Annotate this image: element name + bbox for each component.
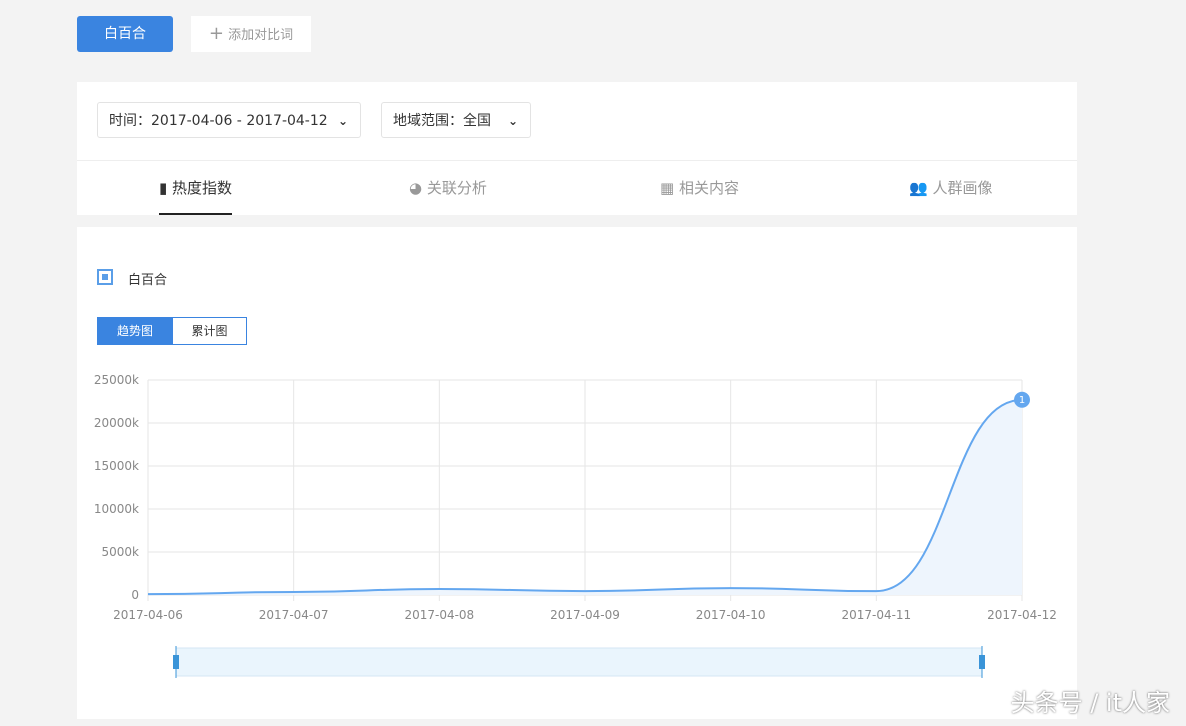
y-tick-label: 10000k [94, 502, 139, 516]
watermark: 头条号 / it人家 [1010, 689, 1170, 717]
x-tick-label: 2017-04-12 [987, 608, 1057, 622]
y-tick-label: 15000k [94, 459, 139, 473]
x-tick-label: 2017-04-11 [841, 608, 911, 622]
y-tick-label: 20000k [94, 416, 139, 430]
x-tick-label: 2017-04-07 [259, 608, 329, 622]
y-tick-label: 5000k [102, 545, 140, 559]
x-tick-label: 2017-04-09 [550, 608, 620, 622]
max-marker-label: 1 [1019, 395, 1025, 406]
x-tick-label: 2017-04-06 [113, 608, 183, 622]
x-tick-label: 2017-04-08 [404, 608, 474, 622]
y-tick-label: 25000k [94, 373, 139, 387]
zoom-slider-range [175, 647, 983, 677]
y-tick-label: 0 [131, 588, 139, 602]
x-tick-label: 2017-04-10 [696, 608, 766, 622]
trend-chart: 0 5000k 10000k 15000k 20000k 25000k 2017-04-06… [94, 373, 1057, 678]
